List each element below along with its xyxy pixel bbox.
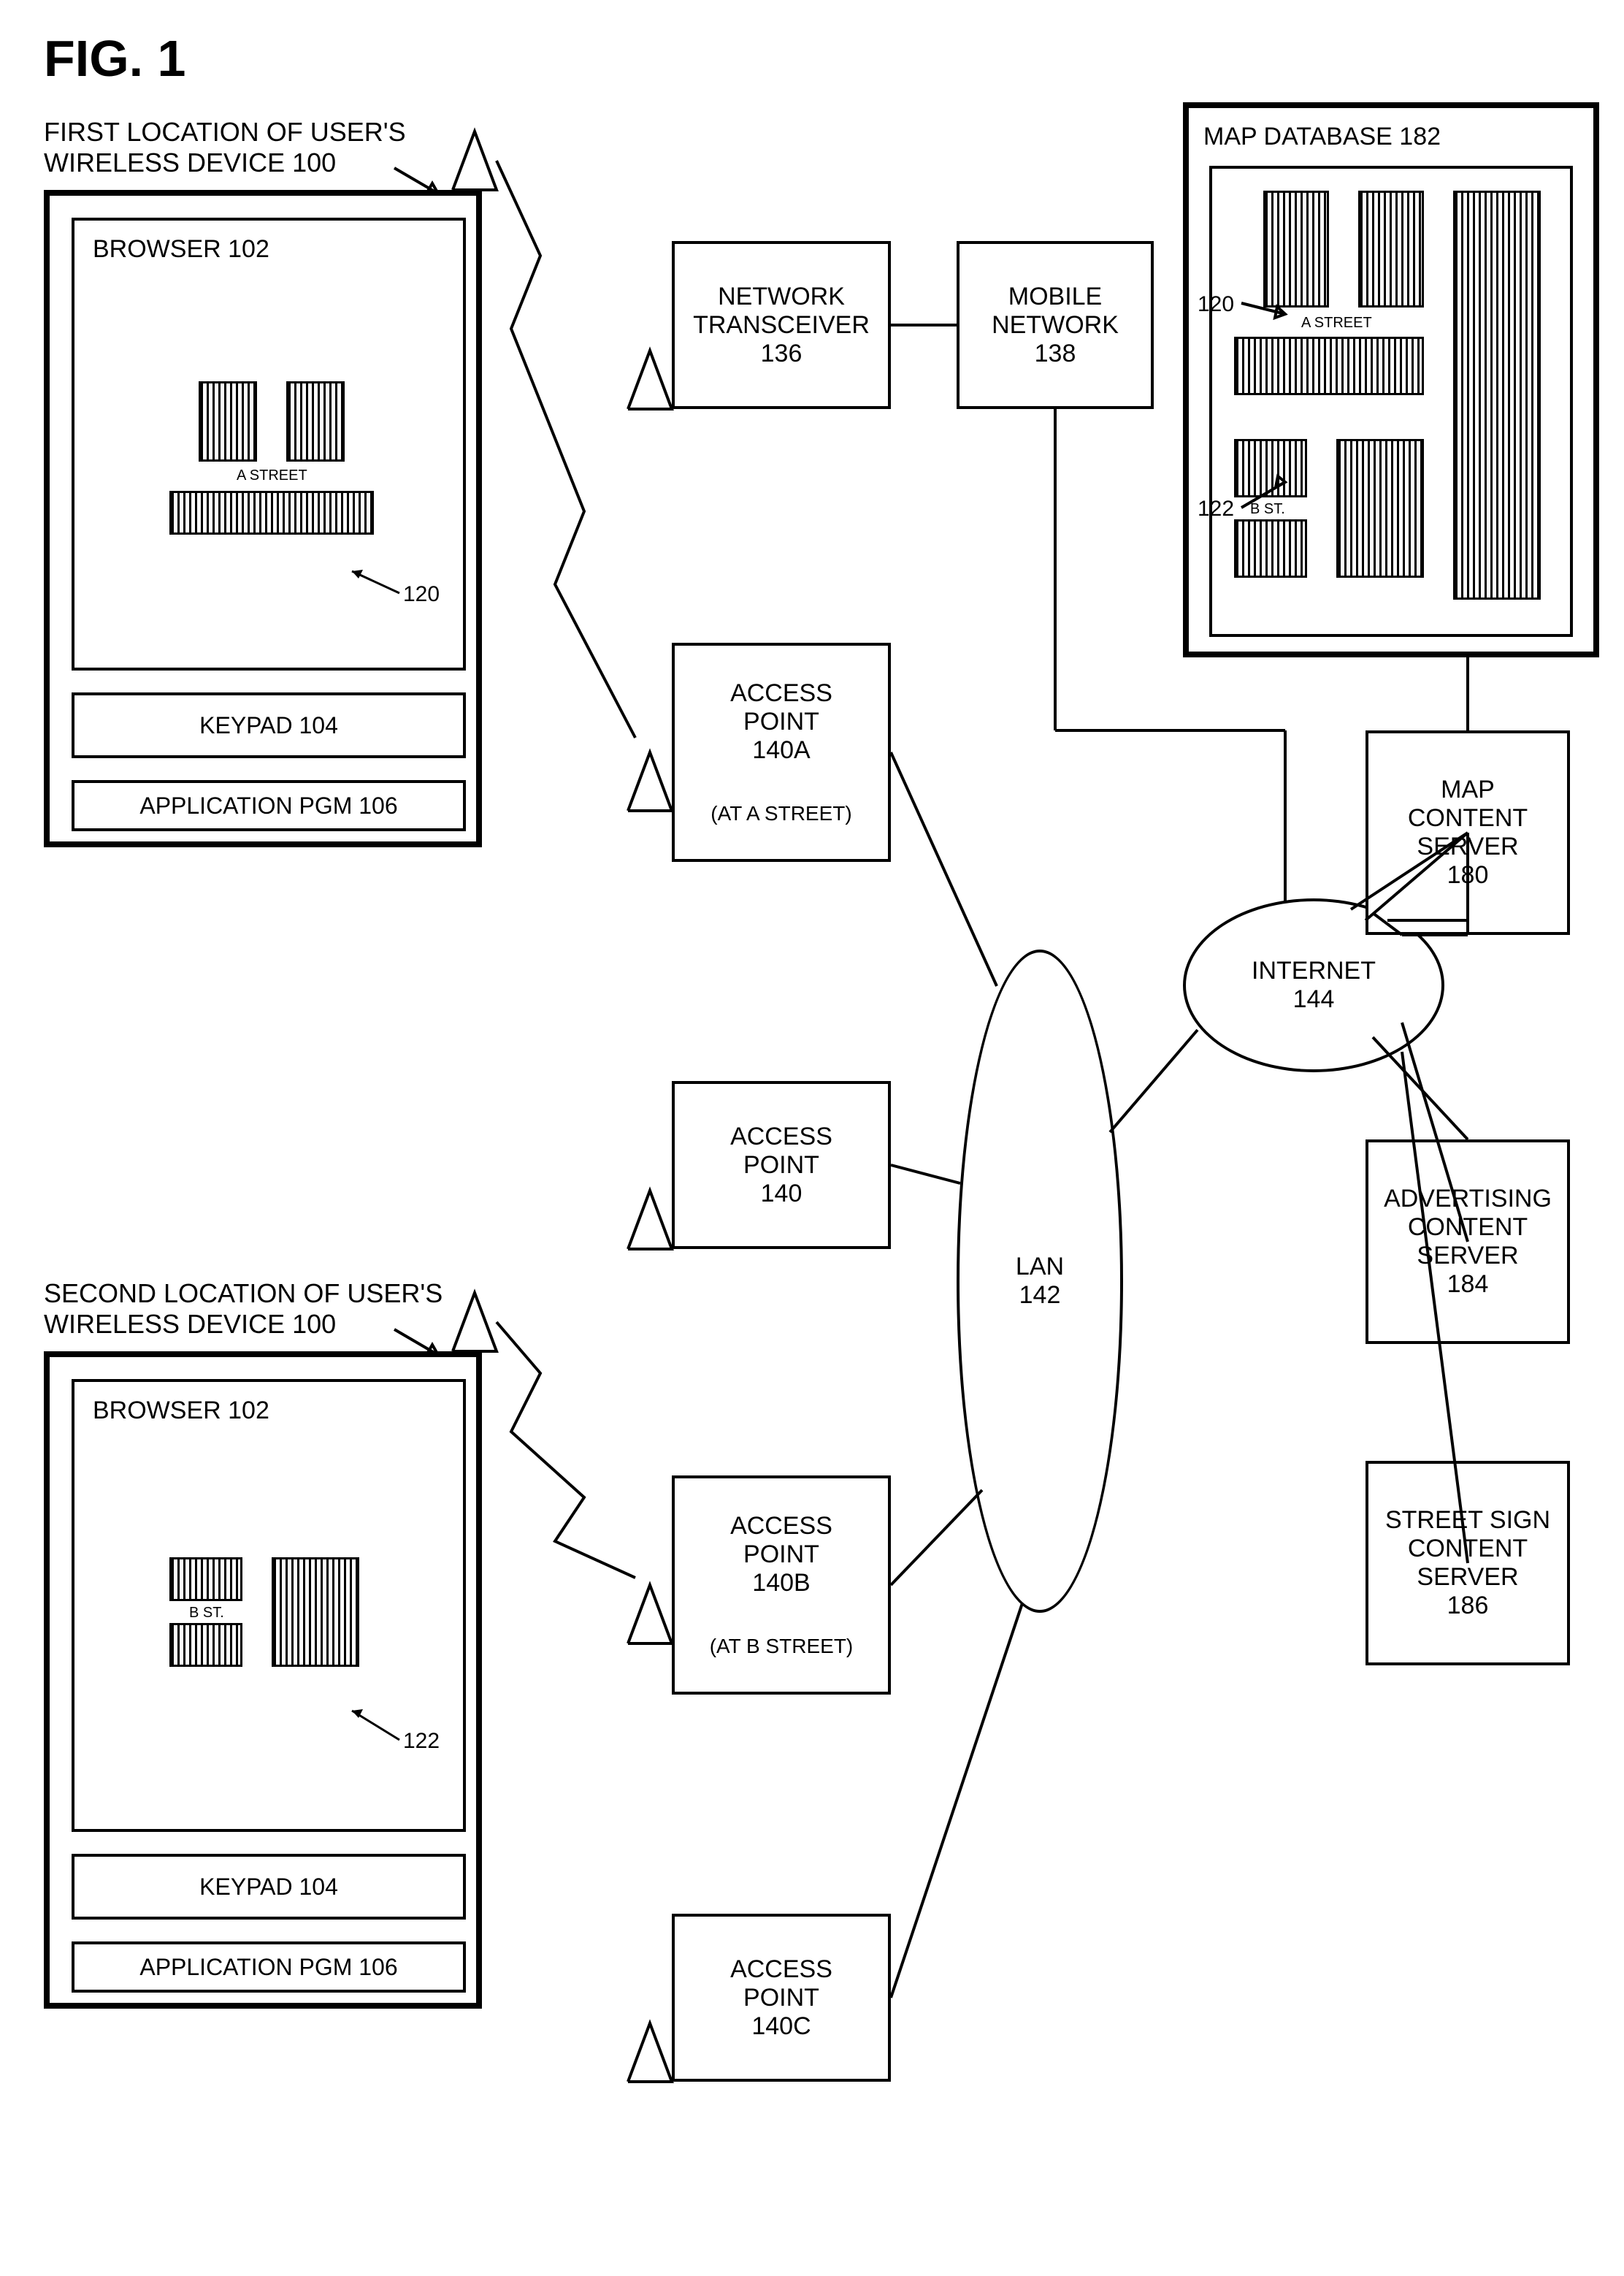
ms-l3: SERVER xyxy=(1417,833,1518,861)
device1-street-label: A STREET xyxy=(235,467,309,484)
ap140a-l2: POINT xyxy=(743,708,819,736)
as-l2: CONTENT xyxy=(1408,1213,1528,1242)
device2-keypad-label: KEYPAD 104 xyxy=(199,1874,338,1901)
ap140b-l2: POINT xyxy=(743,1540,819,1568)
ap140c-l1: ACCESS xyxy=(730,1955,832,1984)
ss-l2: CONTENT xyxy=(1408,1535,1528,1563)
internet-l2: 144 xyxy=(1293,985,1335,1014)
lan-l1: LAN xyxy=(1016,1253,1064,1281)
device2-ref-122: 122 xyxy=(403,1729,440,1754)
mn-l2: NETWORK xyxy=(992,311,1119,340)
mn-l3: 138 xyxy=(1035,340,1076,368)
ss-l4: 186 xyxy=(1447,1592,1489,1620)
ap140c-l2: POINT xyxy=(743,1984,819,2012)
mapdb-street-a: A STREET xyxy=(1300,315,1374,332)
mobile-network: MOBILE NETWORK 138 xyxy=(957,241,1154,409)
nt-l3: 136 xyxy=(761,340,803,368)
ap140b-l1: ACCESS xyxy=(730,1512,832,1540)
mn-l1: MOBILE xyxy=(1008,283,1102,311)
ap140a-l3: 140A xyxy=(752,736,810,764)
device1-keypad-label: KEYPAD 104 xyxy=(199,712,338,739)
as-l3: SERVER xyxy=(1417,1242,1518,1270)
device2-title-l1: SECOND LOCATION OF USER'S xyxy=(44,1278,443,1308)
device1-title-l2: WIRELESS DEVICE 100 xyxy=(44,148,336,177)
ap-140a: ACCESS POINT 140A (AT A STREET) xyxy=(672,643,891,862)
ap140-l2: POINT xyxy=(743,1151,819,1180)
device1-ref-120: 120 xyxy=(403,582,440,607)
device1-frame: BROWSER 102 A STREET 120 KEYPAD 104 APPL… xyxy=(44,190,482,847)
figure-title: FIG. 1 xyxy=(44,29,185,88)
device1-keypad: KEYPAD 104 xyxy=(72,692,466,758)
map-server: MAP CONTENT SERVER 180 xyxy=(1366,730,1570,935)
ap140b-loc: (AT B STREET) xyxy=(710,1635,854,1658)
map-database: MAP DATABASE 182 A STREET B ST. xyxy=(1183,102,1599,657)
device1-browser: BROWSER 102 A STREET 120 xyxy=(72,218,466,671)
ap-140: ACCESS POINT 140 xyxy=(672,1081,891,1249)
ap-140c: ACCESS POINT 140C xyxy=(672,1914,891,2082)
device2-title-l2: WIRELESS DEVICE 100 xyxy=(44,1309,336,1339)
device1-title-l1: FIRST LOCATION OF USER'S xyxy=(44,117,406,147)
ap140a-l1: ACCESS xyxy=(730,679,832,707)
device2-title: SECOND LOCATION OF USER'S WIRELESS DEVIC… xyxy=(44,1278,443,1340)
device1-browser-label: BROWSER 102 xyxy=(93,235,269,264)
device1-title: FIRST LOCATION OF USER'S WIRELESS DEVICE… xyxy=(44,117,406,178)
as-l1: ADVERTISING xyxy=(1384,1185,1552,1213)
device2-keypad: KEYPAD 104 xyxy=(72,1854,466,1920)
device2-browser-label: BROWSER 102 xyxy=(93,1397,269,1425)
ap140a-loc: (AT A STREET) xyxy=(710,802,851,825)
ss-l1: STREET SIGN xyxy=(1385,1506,1550,1535)
device1-app-label: APPLICATION PGM 106 xyxy=(139,793,397,820)
ap140-l3: 140 xyxy=(761,1180,803,1208)
ms-l4: 180 xyxy=(1447,861,1489,890)
internet-l1: INTERNET xyxy=(1252,957,1376,985)
device2-browser: BROWSER 102 B ST. 122 xyxy=(72,1379,466,1832)
device1-app: APPLICATION PGM 106 xyxy=(72,780,466,831)
mapdb-street-b: B ST. xyxy=(1249,501,1287,518)
lan-l2: 142 xyxy=(1019,1281,1061,1310)
ss-l3: SERVER xyxy=(1417,1563,1518,1592)
map-db-title: MAP DATABASE 182 xyxy=(1203,123,1441,151)
ms-l1: MAP xyxy=(1441,776,1495,804)
device2-app-label: APPLICATION PGM 106 xyxy=(139,1954,397,1981)
device2-street-label: B ST. xyxy=(188,1605,226,1622)
nt-l2: TRANSCEIVER xyxy=(693,311,870,340)
ms-l2: CONTENT xyxy=(1408,804,1528,833)
nt-l1: NETWORK xyxy=(718,283,845,311)
device2-frame: BROWSER 102 B ST. 122 KEYPAD 104 APPLICA… xyxy=(44,1351,482,2009)
lan-oval: LAN 142 xyxy=(957,950,1123,1613)
mapdb-ref122: 122 xyxy=(1198,497,1234,522)
device2-app: APPLICATION PGM 106 xyxy=(72,1941,466,1993)
ap140b-l3: 140B xyxy=(752,1569,810,1597)
ad-server: ADVERTISING CONTENT SERVER 184 xyxy=(1366,1139,1570,1344)
mapdb-ref120: 120 xyxy=(1198,292,1234,317)
sign-server: STREET SIGN CONTENT SERVER 186 xyxy=(1366,1461,1570,1665)
ap140c-l3: 140C xyxy=(751,2012,811,2041)
ap140-l1: ACCESS xyxy=(730,1123,832,1151)
ap-140b: ACCESS POINT 140B (AT B STREET) xyxy=(672,1475,891,1695)
network-transceiver: NETWORK TRANSCEIVER 136 xyxy=(672,241,891,409)
as-l4: 184 xyxy=(1447,1270,1489,1299)
